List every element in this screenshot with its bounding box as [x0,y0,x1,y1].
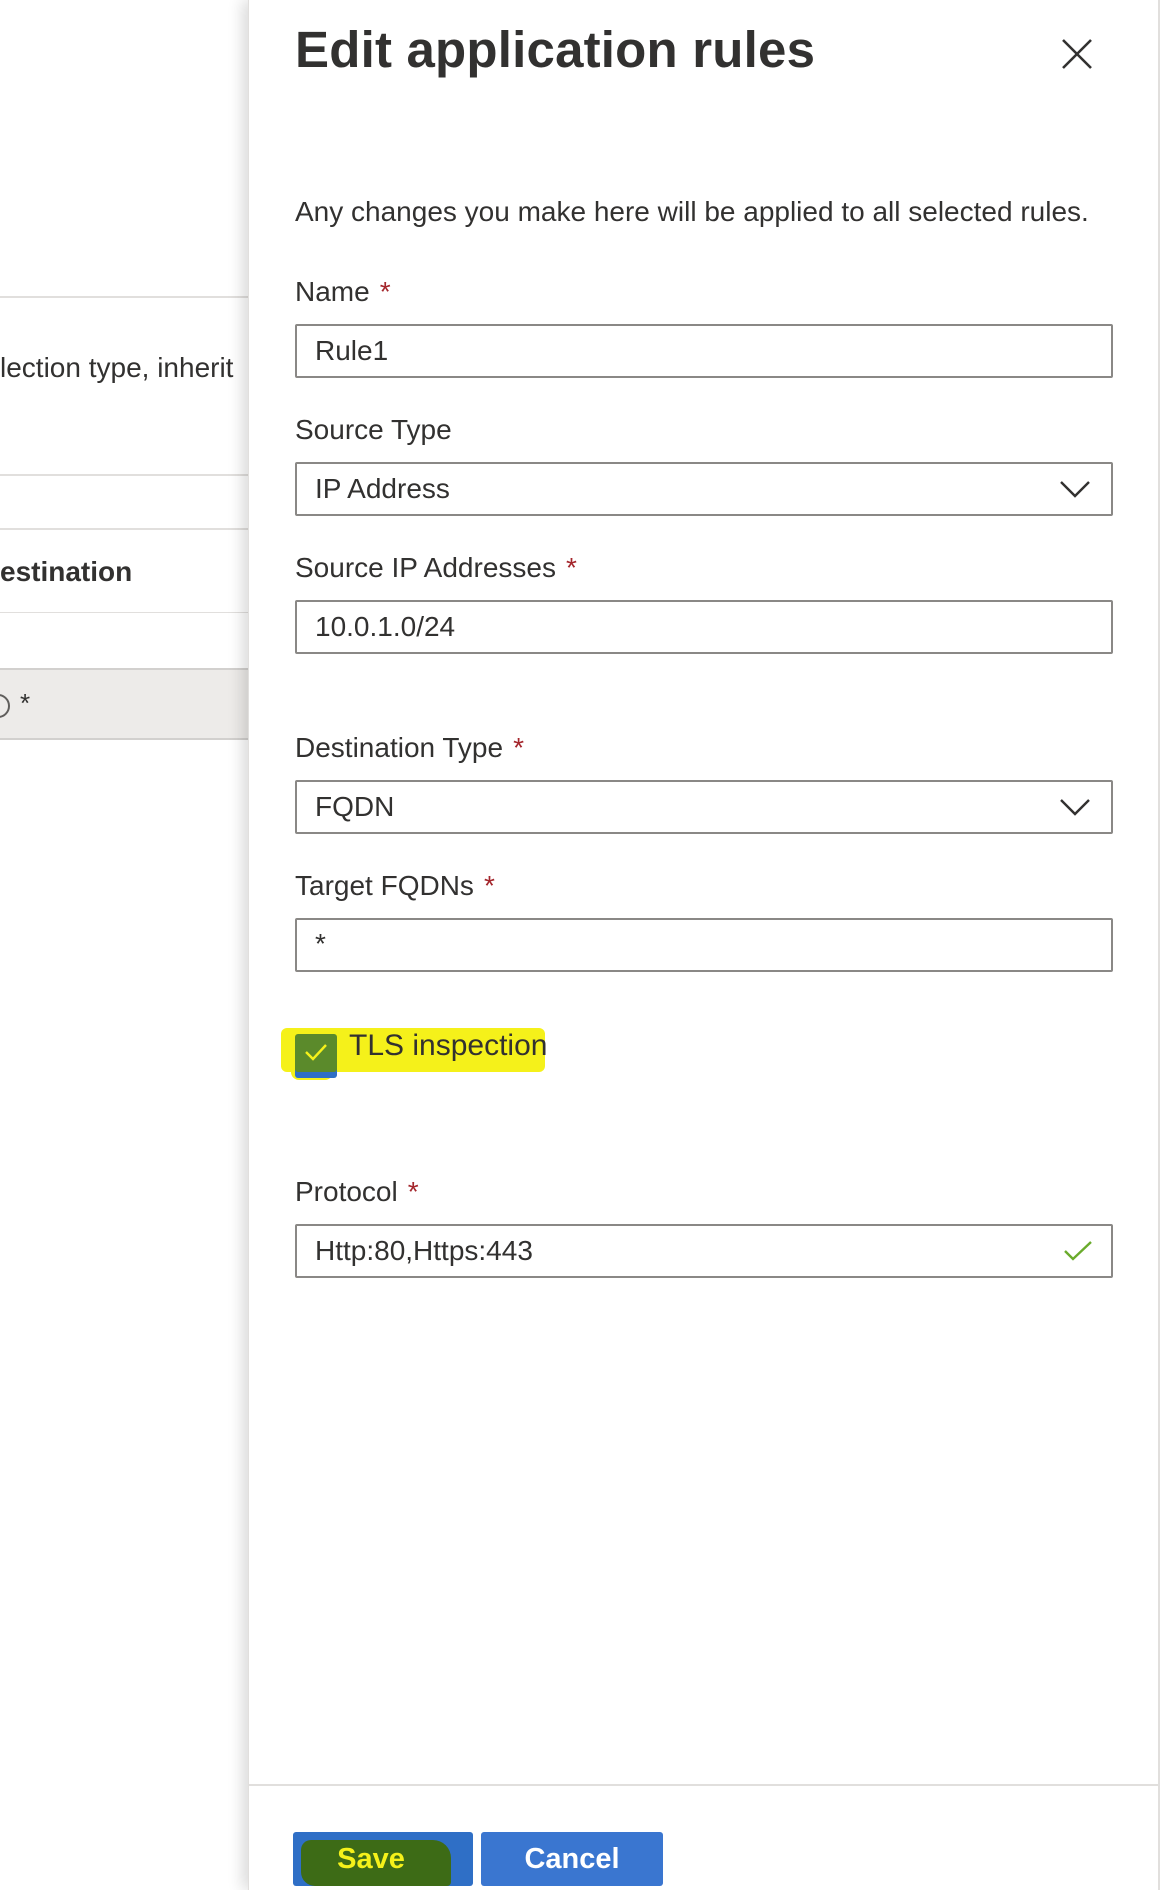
column-header-destination: estination [0,556,133,587]
source-type-label-text: Source Type [295,414,452,445]
protocol-label-text: Protocol [295,1176,398,1207]
save-button[interactable]: Save [293,1832,473,1886]
required-marker: * [407,1176,419,1207]
destination-type-dropdown[interactable]: FQDN [295,780,1113,834]
source-ip-label: Source IP Addresses * [295,552,577,584]
required-marker: * [513,732,524,763]
required-marker: * [483,870,495,901]
panel-description: Any changes you make here will be applie… [295,196,1089,227]
panel-title: Edit application rules [295,21,816,78]
destination-type-label: Destination Type * [295,732,524,764]
target-fqdns-label: Target FQDNs * [295,870,495,902]
chevron-down-icon [1060,481,1090,498]
close-button[interactable] [1055,32,1099,76]
background-row-text: lection type, inherit [0,352,234,383]
name-label: Name * [295,276,391,308]
required-marker: * [379,276,391,307]
row-radio[interactable] [0,694,10,718]
source-ip-label-text: Source IP Addresses [295,552,556,583]
source-type-value: IP Address [315,473,450,504]
protocol-label: Protocol * [295,1176,419,1208]
checkmark-icon [1064,1241,1092,1261]
source-ip-value: 10.0.1.0/24 [315,611,456,642]
source-type-label: Source Type [295,414,452,446]
edit-rules-panel: Edit application rules Any changes you m… [248,0,1160,1890]
close-icon [1062,39,1092,69]
protocol-value: Http:80,Https:443 [315,1235,533,1266]
chevron-down-icon [1060,799,1090,816]
destination-type-label-text: Destination Type [295,732,504,763]
table-row[interactable]: * [0,668,250,740]
required-marker: * [565,552,577,583]
name-label-text: Name [295,276,370,307]
divider [0,612,250,613]
name-input[interactable]: Rule1 [295,324,1113,378]
divider [0,474,250,476]
row-value: * [20,688,31,718]
save-button-label: Save [337,1842,405,1875]
source-ip-input[interactable]: 10.0.1.0/24 [295,600,1113,654]
tls-inspection-label[interactable]: TLS inspection [349,1029,547,1063]
target-fqdns-label-text: Target FQDNs [295,870,474,901]
divider [0,528,250,530]
screen: lection type, inherit estination * Edit … [0,0,1160,1890]
tls-inspection-checkbox[interactable] [295,1034,337,1072]
source-type-dropdown[interactable]: IP Address [295,462,1113,516]
checkmark-icon [305,1044,327,1061]
protocol-input[interactable]: Http:80,Https:443 [295,1224,1113,1278]
cancel-button[interactable]: Cancel [481,1832,663,1886]
divider [0,296,250,298]
background-page: lection type, inherit estination * [0,0,250,1890]
footer-divider [249,1784,1159,1786]
target-fqdns-value: * [315,928,326,959]
cancel-button-label: Cancel [524,1842,620,1875]
name-input-value: Rule1 [315,335,389,366]
destination-type-value: FQDN [315,791,395,822]
target-fqdns-input[interactable]: * [295,918,1113,972]
